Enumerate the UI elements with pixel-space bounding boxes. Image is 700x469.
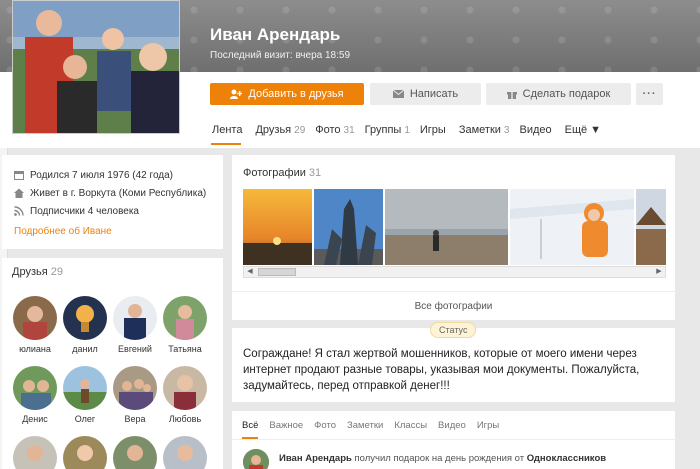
scroll-left-icon[interactable]: ◀ [244, 267, 256, 277]
photo-thumbnail[interactable] [243, 189, 312, 265]
friend-item[interactable]: данил [62, 296, 108, 354]
active-tab-indicator [211, 143, 241, 145]
photos-card: Фотографии 31 ◀ ▶ Все фотографии [232, 155, 675, 320]
friend-avatar[interactable] [63, 296, 107, 340]
friend-item[interactable]: юлиана [12, 296, 58, 354]
tab-photos[interactable]: Фото 31 [315, 124, 354, 136]
friend-item[interactable]: Вера [112, 366, 158, 424]
feed-tab-video[interactable]: Видео [438, 420, 466, 431]
write-message-label: Написать [409, 88, 459, 100]
tab-notes[interactable]: Заметки 3 [459, 124, 510, 136]
status-card: Статус Сограждане! Я стал жертвой мошенн… [232, 322, 675, 402]
all-photos-link[interactable]: Все фотографии [232, 301, 675, 312]
feed-item-text: Иван Арендарь получил подарок на день ро… [279, 453, 607, 464]
scroll-right-icon[interactable]: ▶ [653, 267, 665, 277]
friend-item[interactable]: Олег [62, 366, 108, 424]
tab-feed[interactable]: Лента [212, 124, 245, 136]
feed-card: Всё Важное Фото Заметки Классы Видео Игр… [232, 411, 675, 469]
friend-item[interactable] [112, 436, 158, 469]
subscribers-info[interactable]: Подписчики 4 человека [14, 202, 211, 220]
add-friend-button[interactable]: Добавить в друзья [210, 83, 364, 105]
location-info: Живет в г. Воркута (Коми Республика) [14, 184, 211, 202]
friend-avatar[interactable] [163, 366, 207, 410]
friend-avatar[interactable] [163, 296, 207, 340]
status-badge: Статус [430, 322, 477, 338]
photo-thumbnail[interactable] [636, 189, 666, 265]
friend-item[interactable] [12, 436, 58, 469]
divider [232, 439, 675, 440]
envelope-icon [392, 90, 404, 98]
friend-item[interactable]: Татьяна [162, 296, 208, 354]
scrollbar-thumb[interactable] [258, 268, 296, 276]
friend-avatar[interactable] [63, 436, 107, 469]
photo-thumbnail[interactable] [510, 189, 634, 265]
friend-avatar[interactable] [113, 296, 157, 340]
rss-icon [14, 206, 24, 216]
birth-info: Родился 7 июля 1976 (42 года) [14, 166, 211, 184]
feed-tab-all[interactable]: Всё [242, 420, 258, 431]
profile-name: Иван Арендарь [210, 25, 341, 44]
photos-scrollbar[interactable]: ◀ ▶ [243, 266, 666, 278]
friend-avatar[interactable] [163, 436, 207, 469]
tab-games[interactable]: Игры [420, 124, 449, 136]
make-gift-label: Сделать подарок [522, 88, 611, 100]
friend-avatar[interactable] [13, 366, 57, 410]
friend-avatar[interactable] [113, 366, 157, 410]
feed-tab-photo[interactable]: Фото [314, 420, 336, 431]
feed-tab-games[interactable]: Игры [477, 420, 499, 431]
more-about-link[interactable]: Подробнее об Иване [14, 226, 211, 237]
feed-author-link[interactable]: Иван Арендарь [279, 453, 352, 464]
last-visit: Последний визит: вчера 18:59 [210, 50, 350, 61]
status-text: Сограждане! Я стал жертвой мошенников, к… [243, 348, 640, 392]
add-friend-label: Добавить в друзья [248, 88, 344, 100]
feed-filter-tabs: Всё Важное Фото Заметки Классы Видео Игр… [242, 420, 499, 431]
photo-thumbnail[interactable] [314, 189, 383, 265]
friend-item[interactable]: Денис [12, 366, 58, 424]
friend-avatar[interactable] [13, 436, 57, 469]
friend-avatar[interactable] [113, 436, 157, 469]
feed-author-avatar[interactable] [243, 449, 269, 469]
friends-title[interactable]: Друзья 29 [12, 266, 213, 278]
feed-tab-likes[interactable]: Классы [394, 420, 427, 431]
profile-tabs: Лента Друзья 29 Фото 31 Группы 1 Игры Замет… [212, 124, 604, 136]
photos-title[interactable]: Фотографии 31 [243, 167, 321, 179]
feed-tab-notes[interactable]: Заметки [347, 420, 383, 431]
gift-icon [506, 92, 517, 99]
friend-item[interactable] [62, 436, 108, 469]
more-actions-button[interactable]: ··· [636, 83, 663, 105]
tab-friends[interactable]: Друзья 29 [255, 124, 305, 136]
friend-item[interactable] [162, 436, 208, 469]
add-user-icon [230, 89, 243, 99]
divider [232, 291, 675, 292]
feed-source-link[interactable]: Одноклассников [527, 453, 606, 464]
friend-avatar[interactable] [13, 296, 57, 340]
profile-avatar[interactable] [12, 0, 180, 134]
calendar-icon [14, 171, 24, 180]
tab-more[interactable]: Ещё ▼ [565, 124, 604, 136]
about-card: Родился 7 июля 1976 (42 года) Живет в г.… [2, 155, 223, 249]
friend-item[interactable]: Любовь [162, 366, 208, 424]
tab-groups[interactable]: Группы 1 [365, 124, 410, 136]
friend-avatar[interactable] [63, 366, 107, 410]
write-message-button[interactable]: Написать [370, 83, 481, 105]
friend-item[interactable]: Евгений [112, 296, 158, 354]
home-icon [14, 188, 24, 198]
feed-tab-important[interactable]: Важное [269, 420, 303, 431]
photo-thumbnail[interactable] [385, 189, 508, 265]
tab-video[interactable]: Видео [519, 124, 554, 136]
make-gift-button[interactable]: Сделать подарок [486, 83, 631, 105]
